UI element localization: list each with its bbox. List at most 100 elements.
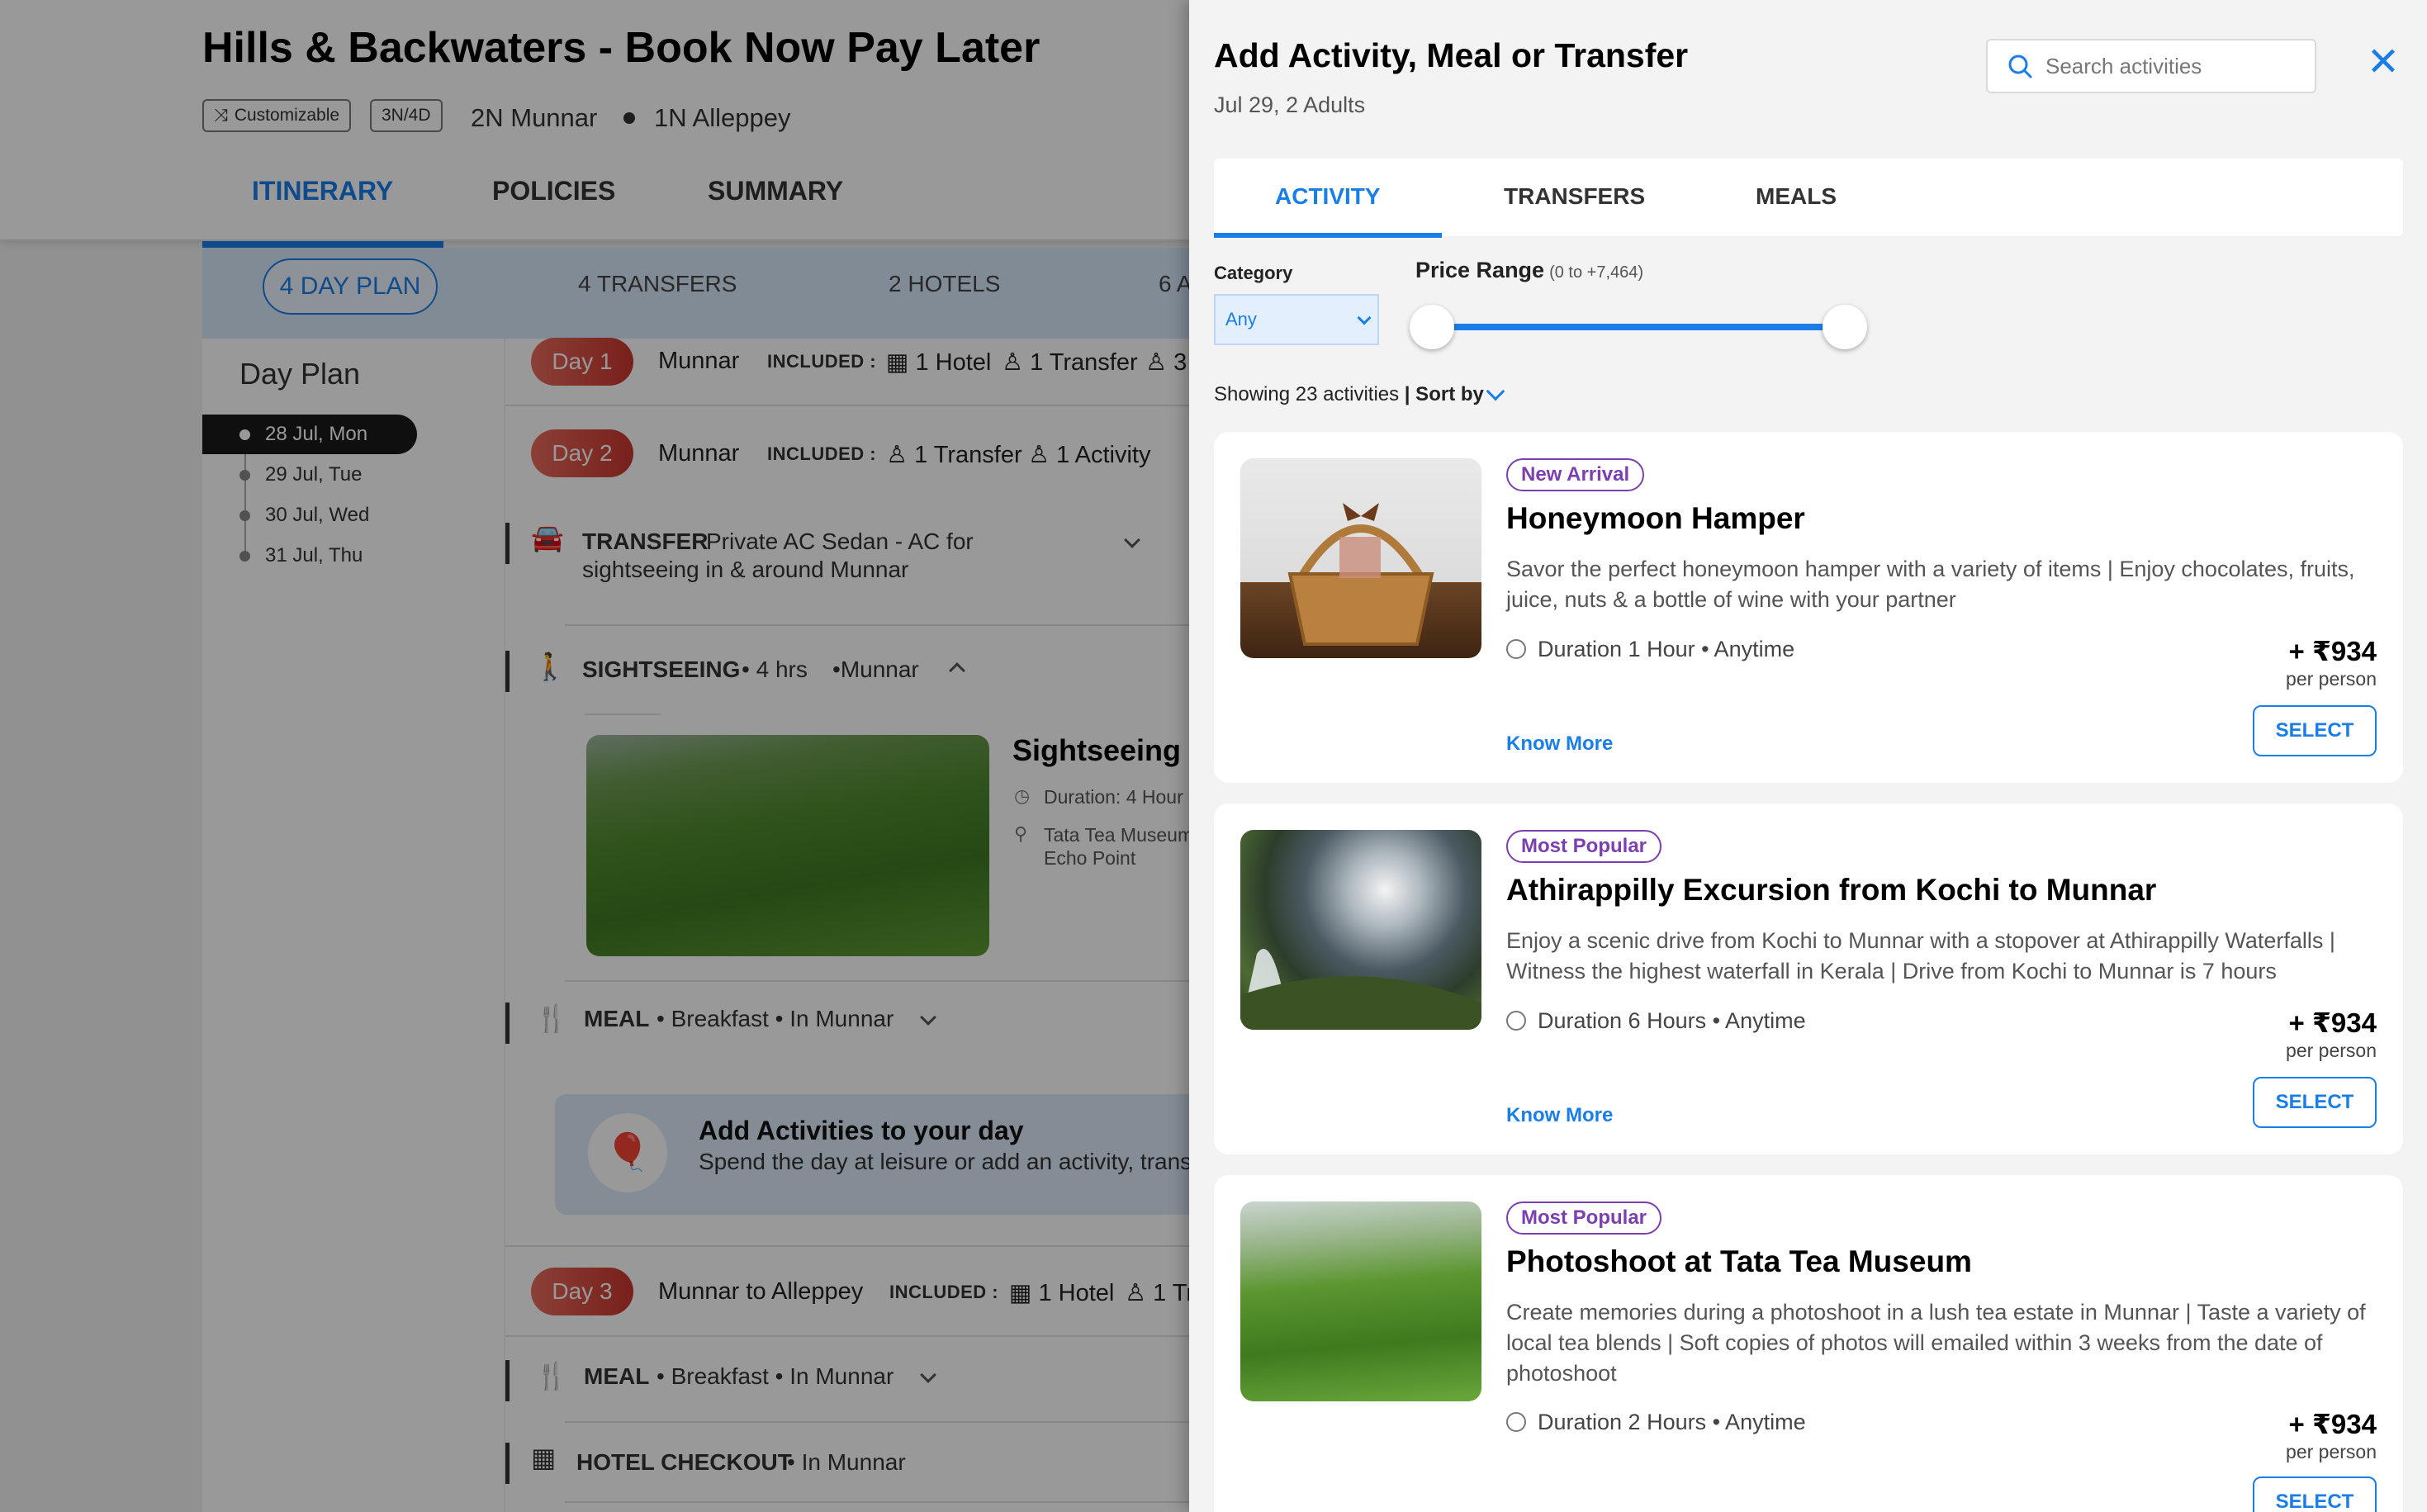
price-per-person: per person: [2286, 668, 2377, 690]
sidebar-day-4[interactable]: 31 Jul, Thu: [202, 536, 417, 576]
sidebar-day-3[interactable]: 30 Jul, Wed: [202, 495, 417, 535]
activity-title: Photoshoot at Tata Tea Museum: [1506, 1244, 1972, 1278]
day-3-name: Munnar to Alleppey: [658, 1278, 864, 1305]
close-icon[interactable]: ✕: [2365, 43, 2401, 83]
hotels-count[interactable]: 2 HOTELS: [889, 271, 1000, 297]
activity-duration: Duration 6 Hours • Anytime: [1506, 1008, 1806, 1034]
person-icon: ♙: [886, 442, 915, 468]
clock-icon: [1506, 1011, 1526, 1031]
select-button[interactable]: SELECT: [2253, 705, 2377, 756]
sightseeing-place: •Munnar: [832, 656, 919, 682]
select-button[interactable]: SELECT: [2253, 1077, 2377, 1128]
clock-icon: ◷: [1014, 785, 1031, 806]
price-range-values: (0 to +7,464): [1549, 263, 1644, 282]
day-2-badge: Day 2: [531, 429, 633, 477]
sidebar-day-2[interactable]: 29 Jul, Tue: [202, 455, 417, 495]
day-plan-pill[interactable]: 4 DAY PLAN: [263, 258, 438, 315]
sort-by-label[interactable]: | Sort by: [1405, 383, 1484, 405]
activity-description: Create memories during a photoshoot in a…: [1506, 1300, 2366, 1386]
transfer-title: TRANSFER: [582, 528, 709, 554]
destination-alleppey: 1N Alleppey: [654, 103, 791, 132]
category-select[interactable]: Any: [1214, 294, 1379, 345]
active-tab-underline: [1214, 233, 1442, 238]
transfer-line-2: sightseeing in & around Munnar: [582, 557, 909, 582]
section-marker: [505, 1360, 510, 1401]
tea-estate-image: [1240, 1202, 1481, 1401]
clock-icon: [1506, 1412, 1526, 1432]
location-pin-icon: ⚲: [1014, 823, 1028, 844]
sightseeing-card-title: Sightseeing in: [1012, 733, 1216, 767]
know-more-link[interactable]: Know More: [1506, 732, 1613, 756]
customizable-chip: ⤨ Customizable: [202, 99, 352, 132]
activities-count[interactable]: 6 A: [1159, 271, 1192, 297]
transfers-count[interactable]: 4 TRANSFERS: [578, 271, 737, 297]
destination-separator: [623, 112, 635, 124]
meal-details: • Breakfast • In Munnar: [657, 1006, 894, 1031]
most-popular-badge: Most Popular: [1506, 1202, 1662, 1235]
timeline-dot: [239, 551, 250, 562]
sort-chevron-icon[interactable]: [1486, 382, 1505, 401]
price-per-person: per person: [2286, 1441, 2377, 1462]
tab-itinerary[interactable]: ITINERARY: [252, 176, 393, 206]
section-marker: [505, 1443, 510, 1484]
day-2-activity: ♙ 1 Activity: [1028, 442, 1151, 468]
checkout-title: HOTEL CHECKOUT: [576, 1449, 792, 1475]
tab-transfers[interactable]: TRANSFERS: [1504, 183, 1645, 210]
tab-underline: [202, 241, 443, 248]
package-title: Hills & Backwaters - Book Now Pay Later: [202, 24, 1040, 72]
transfer-line-1: Private AC Sedan - AC for: [706, 528, 974, 554]
new-arrival-badge: New Arrival: [1506, 458, 1645, 491]
activity-price: + ₹934: [2288, 636, 2377, 666]
tab-summary[interactable]: SUMMARY: [708, 176, 843, 206]
athirappilly-waterfall-image: [1240, 830, 1481, 1030]
add-activities-title: Add Activities to your day: [699, 1116, 1024, 1145]
tab-activity[interactable]: ACTIVITY: [1275, 183, 1381, 210]
sightseeing-place-1: Tata Tea Museum: [1044, 824, 1194, 846]
day-1-badge: Day 1: [531, 338, 633, 386]
activity-duration: Duration 1 Hour • Anytime: [1506, 637, 1794, 662]
meal-details: • Breakfast • In Munnar: [657, 1363, 894, 1389]
price-per-person: per person: [2286, 1040, 2377, 1061]
select-button[interactable]: SELECT: [2253, 1476, 2377, 1512]
day-2-transfer: ♙ 1 Transfer: [886, 442, 1022, 468]
day-1-hotel: ▦ 1 Hotel: [886, 349, 992, 376]
day-3-included-label: INCLUDED :: [889, 1282, 999, 1302]
know-more-link[interactable]: Know More: [1506, 1104, 1613, 1127]
sightseeing-card-duration: Duration: 4 Hour: [1044, 786, 1183, 808]
tab-policies[interactable]: POLICIES: [492, 176, 615, 206]
activity-title: Honeymoon Hamper: [1506, 501, 1805, 535]
destination-munnar: 2N Munnar: [471, 103, 598, 132]
person-icon: ♙: [1002, 349, 1031, 376]
clock-icon: [1506, 639, 1526, 659]
checkout-details: • In Munnar: [787, 1449, 906, 1475]
sidebar-day-1[interactable]: 28 Jul, Mon: [202, 415, 417, 454]
meal-title: MEAL: [584, 1363, 650, 1389]
price-slider-min-handle[interactable]: [1410, 305, 1454, 349]
person-icon: ♙: [1145, 349, 1174, 376]
day-2-included-label: INCLUDED :: [767, 443, 877, 464]
search-box[interactable]: [1986, 39, 2316, 93]
activity-description: Savor the perfect honeymoon hamper with …: [1506, 557, 2355, 612]
basket-illustration: [1287, 503, 1434, 646]
sightseeing-title: SIGHTSEEING: [582, 656, 741, 682]
price-slider-max-handle[interactable]: [1823, 305, 1867, 349]
price-slider-track[interactable]: [1432, 324, 1845, 330]
tab-meals[interactable]: MEALS: [1756, 183, 1837, 210]
search-input[interactable]: [2045, 40, 2310, 92]
person-icon: ♙: [1125, 1280, 1154, 1306]
day-1-name: Munnar: [658, 348, 740, 374]
day-1-included-label: INCLUDED :: [767, 351, 877, 372]
fork-knife-icon: 🍴: [535, 1003, 568, 1033]
category-label: Category: [1214, 263, 1293, 283]
activity-price: + ₹934: [2288, 1007, 2377, 1038]
activity-card: Most Popular Athirappilly Excursion from…: [1214, 803, 2403, 1154]
sidebar-title: Day Plan: [239, 357, 361, 391]
activity-price: + ₹934: [2288, 1409, 2377, 1439]
modal-tabs: ACTIVITY TRANSFERS MEALS: [1214, 159, 2403, 238]
tea-plantation-image: [586, 735, 989, 956]
results-count: Showing 23 activities | Sort by: [1214, 383, 1484, 405]
hiker-icon: 🚶: [533, 652, 566, 681]
honeymoon-hamper-image: [1240, 458, 1481, 658]
section-marker: [505, 651, 510, 692]
activity-title: Athirappilly Excursion from Kochi to Mun…: [1506, 873, 2157, 907]
